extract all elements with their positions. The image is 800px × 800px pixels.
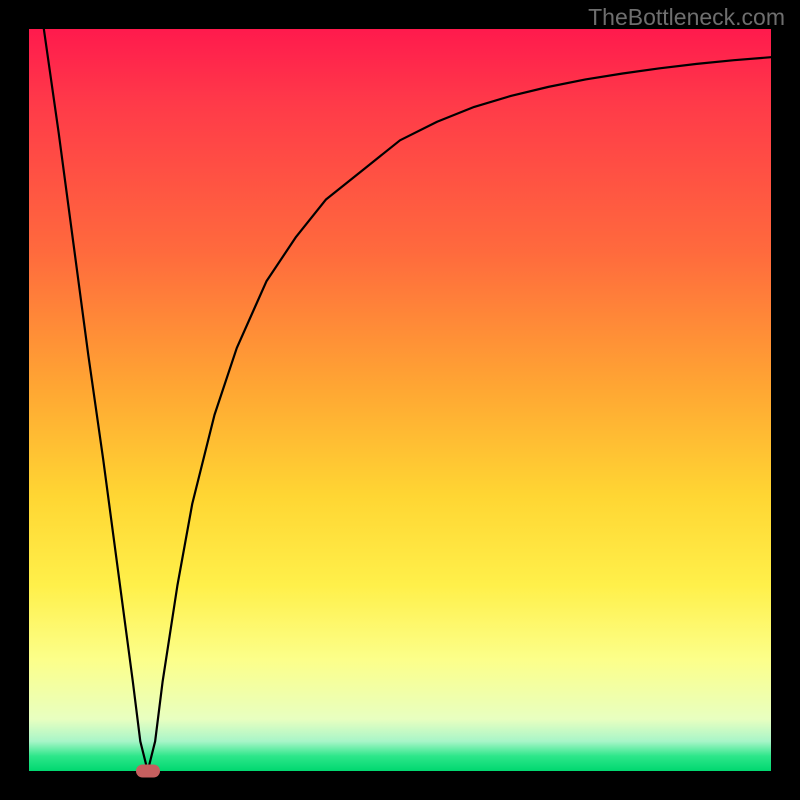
optimum-marker	[136, 765, 160, 778]
bottleneck-curve	[29, 29, 771, 771]
plot-area	[29, 29, 771, 771]
watermark-text: TheBottleneck.com	[588, 4, 785, 31]
chart-frame: TheBottleneck.com	[0, 0, 800, 800]
